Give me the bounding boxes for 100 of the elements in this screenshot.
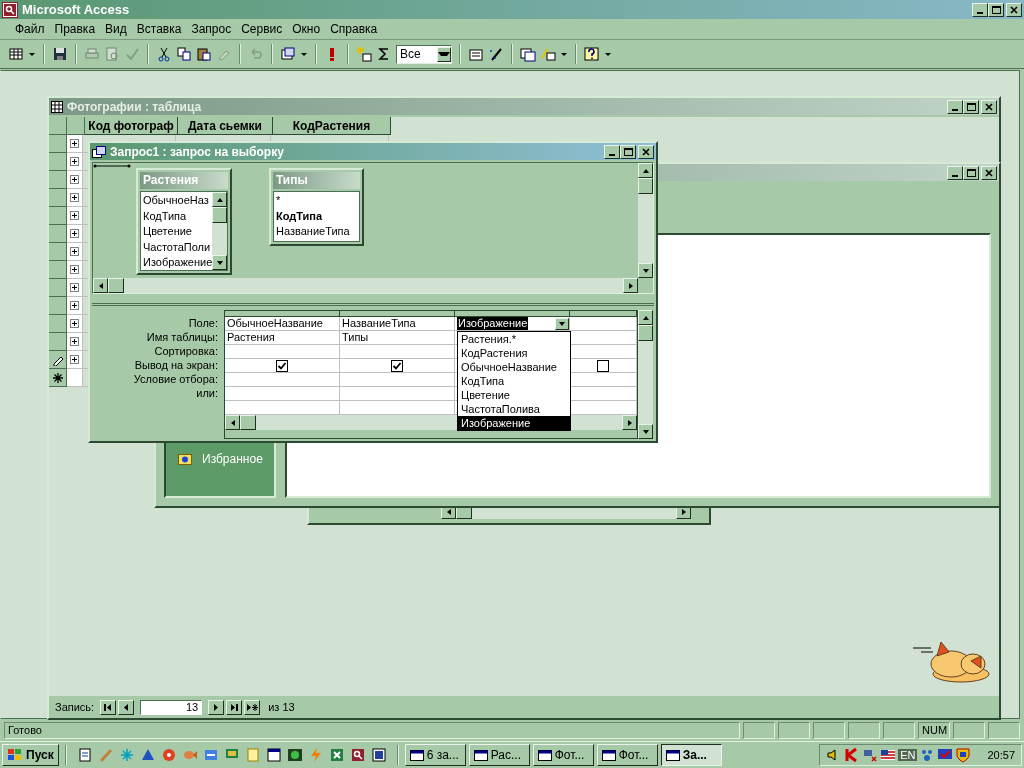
grid-cell[interactable]: [225, 401, 340, 415]
column-selector[interactable]: [455, 311, 570, 317]
expand-icon[interactable]: [70, 139, 79, 148]
menu-item[interactable]: Вид: [100, 22, 132, 36]
window-icon[interactable]: [265, 747, 282, 763]
database-window-icon[interactable]: [520, 46, 536, 62]
column-selector[interactable]: [340, 311, 455, 317]
checkbox[interactable]: [597, 359, 609, 372]
expand-icon[interactable]: [70, 301, 79, 310]
next-record-button[interactable]: [208, 699, 225, 715]
grid-cell[interactable]: [340, 373, 455, 387]
dropdown-item[interactable]: Цветение: [458, 388, 570, 402]
expand-icon[interactable]: [70, 265, 79, 274]
taskbar-button[interactable]: Фот...: [532, 744, 594, 766]
datasheet-view-icon[interactable]: [8, 46, 24, 62]
new-object-icon[interactable]: [540, 46, 556, 62]
grid-cell[interactable]: [340, 401, 455, 415]
vertical-scrollbar[interactable]: [212, 192, 227, 270]
notepad-icon[interactable]: [76, 747, 93, 763]
field-item[interactable]: *: [276, 193, 359, 209]
checkbox[interactable]: [276, 359, 288, 372]
field-dropdown[interactable]: Изображение: [455, 317, 570, 331]
dropdown-item[interactable]: ЧастотаПолива: [458, 402, 570, 416]
dropdown-button[interactable]: [437, 46, 451, 62]
triangle-icon[interactable]: [139, 747, 156, 763]
filter-combo[interactable]: Все: [396, 44, 452, 64]
checkbox[interactable]: [391, 359, 403, 372]
grid-cell[interactable]: [570, 359, 637, 373]
show-table-icon[interactable]: [356, 46, 372, 62]
maximize-button[interactable]: [620, 144, 636, 159]
properties-icon[interactable]: [468, 46, 484, 62]
minimize-button[interactable]: [947, 99, 963, 114]
grid-cell[interactable]: ОбычноеНазвание: [225, 317, 340, 331]
dropdown-item[interactable]: КодТипа: [458, 374, 570, 388]
grid-cell[interactable]: [225, 359, 340, 373]
field-item[interactable]: КодТипа: [143, 208, 212, 224]
maximize-button[interactable]: [963, 99, 979, 114]
close-button[interactable]: [981, 165, 997, 180]
previous-record-button[interactable]: [118, 699, 135, 715]
cut-icon[interactable]: [156, 46, 172, 62]
help-icon[interactable]: [584, 46, 600, 62]
expand-icon[interactable]: [70, 157, 79, 166]
close-button[interactable]: [638, 144, 654, 159]
expand-icon[interactable]: [70, 355, 79, 364]
menu-item[interactable]: Вставка: [131, 22, 187, 36]
column-header[interactable]: КодРастения: [273, 117, 391, 135]
dropdown-item[interactable]: Растения.*: [458, 332, 570, 346]
table-box[interactable]: Типы * КодТипа НазваниеТипа: [269, 168, 364, 246]
record-number-field[interactable]: 13: [140, 699, 203, 715]
grid-cell[interactable]: [570, 387, 637, 401]
field-item[interactable]: Изображение: [143, 255, 212, 270]
language-indicator[interactable]: EN: [898, 749, 918, 761]
grid-cell[interactable]: [340, 359, 455, 373]
grid-cell[interactable]: [570, 331, 637, 345]
field-item[interactable]: НазваниеТипа: [276, 224, 359, 240]
grid-cell[interactable]: [570, 345, 637, 359]
close-button[interactable]: [981, 99, 997, 114]
print-preview-icon[interactable]: [104, 46, 120, 62]
row-selector[interactable]: [49, 369, 67, 387]
taskbar-button[interactable]: Рас...: [468, 744, 530, 766]
row-selector[interactable]: [49, 351, 67, 369]
minimize-button[interactable]: [604, 144, 620, 159]
grid-cell[interactable]: [340, 345, 455, 359]
expand-icon[interactable]: [70, 229, 79, 238]
table-box[interactable]: Растения ОбычноеНаз КодТипа Цветение ЧастотаПоли Изображение: [136, 168, 232, 275]
grid-cell[interactable]: [570, 317, 637, 331]
grid-cell[interactable]: [570, 373, 637, 387]
column-header[interactable]: Дата сьемки: [178, 117, 273, 135]
grid-cell[interactable]: [340, 387, 455, 401]
new-record-button[interactable]: [244, 699, 261, 715]
builder-icon[interactable]: [488, 46, 504, 62]
grid-cell[interactable]: [225, 373, 340, 387]
menu-item[interactable]: Сервис: [236, 22, 288, 36]
dropdown-item[interactable]: ОбычноеНазвание: [458, 360, 570, 374]
grid-cell[interactable]: НазваниеТипа: [340, 317, 455, 331]
expand-icon[interactable]: [70, 337, 79, 346]
expand-icon[interactable]: [70, 247, 79, 256]
disc-icon[interactable]: [160, 747, 177, 763]
grid-cell[interactable]: [225, 387, 340, 401]
dropdown-item[interactable]: КодРастения: [458, 346, 570, 360]
column-header[interactable]: Код фотограф: [85, 117, 178, 135]
taskbar-button[interactable]: За...: [660, 744, 722, 766]
start-button[interactable]: Пуск: [2, 744, 59, 766]
vertical-scrollbar[interactable]: [638, 310, 653, 439]
query-type-icon[interactable]: [280, 46, 296, 62]
grid-cell[interactable]: [225, 345, 340, 359]
menu-item[interactable]: Файл: [10, 22, 50, 36]
paste-icon[interactable]: [196, 46, 212, 62]
maximize-button[interactable]: [963, 165, 979, 180]
menu-item[interactable]: Окно: [287, 22, 326, 36]
column-selector[interactable]: [570, 311, 637, 317]
field-item[interactable]: ЧастотаПоли: [143, 239, 212, 255]
taskbar-button[interactable]: Фот...: [596, 744, 658, 766]
grid-cell[interactable]: [570, 401, 637, 415]
expand-icon[interactable]: [70, 193, 79, 202]
column-selector[interactable]: [225, 311, 340, 317]
dropdown-button[interactable]: [555, 317, 569, 330]
eye-icon[interactable]: [286, 747, 303, 763]
save-icon[interactable]: [52, 46, 68, 62]
sync-icon[interactable]: [202, 747, 219, 763]
